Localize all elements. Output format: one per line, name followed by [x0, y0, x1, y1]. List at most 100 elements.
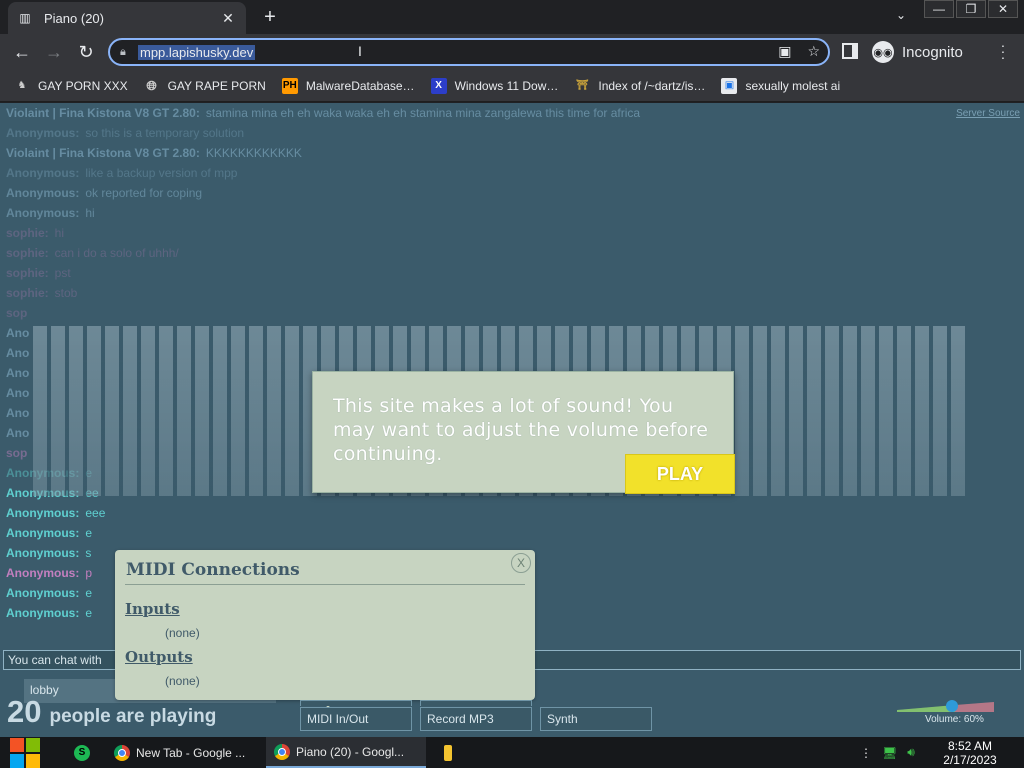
qr-code-icon[interactable]: ▣ [778, 43, 791, 60]
chat-text: ok reported for coping [85, 186, 203, 200]
hidden-button[interactable] [420, 700, 532, 706]
sound-warning-dialog: This site makes a lot of sound! You may … [312, 371, 735, 494]
chat-nick: Ano [6, 346, 30, 360]
network-icon[interactable]: 🖥︎ [882, 746, 897, 760]
new-tab-button[interactable]: + [258, 6, 282, 29]
browser-tab-piano[interactable]: ▥ Piano (20) ✕ [8, 2, 246, 34]
bookmark-star-icon[interactable]: ☆ [807, 43, 820, 60]
clock-time: 8:52 AM [947, 739, 993, 753]
play-button[interactable]: PLAY [625, 454, 735, 494]
chat-message: Anonymous: eee [6, 503, 866, 523]
wolf-icon: ♞ [17, 80, 27, 91]
chat-nick: Anonymous: [6, 166, 80, 180]
midi-outputs-heading[interactable]: Outputs [125, 648, 193, 666]
chat-message: Violaint | Fina Kistona V8 GT 2.80: stami… [6, 103, 866, 123]
server-source-link[interactable]: Server Source [956, 108, 1020, 119]
reload-icon[interactable]: ↻ [74, 40, 98, 64]
volume-knob[interactable] [946, 700, 958, 712]
record-mp3-button[interactable]: Record MP3 [420, 707, 532, 731]
chat-nick: Violaint | Fina Kistona V8 GT 2.80: [6, 146, 200, 160]
system-clock[interactable]: 8:52 AM 2/17/2023 [936, 739, 1004, 767]
player-count-label: people are playing [49, 706, 217, 727]
bookmark-item[interactable]: ⛩︎ Index of /~dartz/is… [574, 78, 705, 94]
forward-arrow-icon[interactable]: → [42, 40, 66, 64]
chat-message: Anonymous: hi [6, 203, 866, 223]
restore-icon[interactable]: ❐ [956, 0, 986, 18]
chat-input-placeholder: You can chat with [8, 653, 102, 667]
chat-nick: sop [6, 446, 28, 460]
chat-message: Anonymous: like a backup version of mpp [6, 163, 866, 183]
chat-message: sophie: pst [6, 263, 866, 283]
close-tab-icon[interactable]: ✕ [220, 10, 236, 27]
midi-in-out-button[interactable]: MIDI In/Out [300, 707, 412, 731]
chat-nick: Anonymous: [6, 526, 80, 540]
overflow-dots-icon[interactable]: ⋮ [860, 746, 872, 760]
chat-text: pst [54, 266, 71, 280]
taskbar-app-green[interactable]: S [66, 737, 106, 768]
minimize-icon[interactable]: — [924, 0, 954, 18]
green-app-icon: S [74, 744, 90, 761]
address-bar[interactable]: 🔒︎ mpp.lapishusky.dev I ▣ ☆ [108, 38, 830, 66]
close-window-icon[interactable]: ✕ [988, 0, 1018, 18]
taskbar-chrome-piano[interactable]: Piano (20) - Googl... [266, 737, 426, 768]
windows-start-icon[interactable] [10, 737, 42, 768]
image-icon: ▣ [721, 77, 738, 94]
back-arrow-icon[interactable]: ← [10, 40, 34, 64]
divider [125, 584, 525, 585]
chat-text: like a backup version of mpp [85, 166, 238, 180]
bookmark-label: sexually molest ai [745, 78, 841, 93]
chat-text: e [85, 526, 93, 540]
chat-text: eee [85, 506, 106, 520]
chat-nick: Anonymous: [6, 506, 80, 520]
bookmark-item[interactable]: ▣ sexually molest ai [721, 77, 841, 94]
bookmark-label: Windows 11 Dow… [454, 78, 559, 93]
chat-nick: Anonymous: [6, 206, 80, 220]
lock-icon[interactable]: 🔒︎ [120, 46, 138, 59]
synth-button[interactable]: Synth [540, 707, 652, 731]
chat-text: stob [54, 286, 78, 300]
chat-nick: Violaint | Fina Kistona V8 GT 2.80: [6, 106, 200, 120]
chat-message: sop [6, 303, 866, 323]
chat-nick: Ano [6, 366, 30, 380]
chat-text: stamina mina eh eh waka waka eh eh stami… [205, 106, 641, 120]
chat-nick: sophie: [6, 226, 49, 240]
chat-message: Anonymous: so this is a temporary solutio… [6, 123, 866, 143]
omnibox-actions: ▣ ☆ [778, 43, 820, 60]
chat-nick: Anonymous: [6, 546, 80, 560]
taskbar-file-explorer[interactable] [436, 737, 466, 768]
close-icon[interactable]: X [511, 553, 531, 573]
bookmark-item[interactable]: ♞ GAY PORN XXX [14, 78, 128, 94]
chat-nick: Anonymous: [6, 126, 80, 140]
chat-nick: sophie: [6, 246, 49, 260]
tab-search-chevron-icon[interactable]: ⌄ [896, 8, 906, 22]
tab-title: Piano (20) [44, 10, 104, 26]
bookmark-item[interactable]: PH MalwareDatabase… [281, 77, 415, 94]
midi-inputs-heading[interactable]: Inputs [125, 600, 180, 618]
taskbar-app-label: Piano (20) - Googl... [296, 744, 405, 759]
bookmark-item[interactable]: 🌐︎ GAY RAPE PORN [144, 78, 266, 94]
taskbar-chrome-new-tab[interactable]: New Tab - Google ... [106, 737, 266, 768]
midi-inputs-value: (none) [165, 626, 200, 640]
speaker-icon[interactable]: 🔊︎ [907, 745, 915, 760]
ph-logo-icon: PH [281, 77, 298, 94]
chat-text: p [85, 566, 93, 580]
chat-nick: sophie: [6, 266, 49, 280]
midi-connections-panel: MIDI Connections X Inputs (none) Outputs… [115, 550, 535, 708]
system-tray: ⋮ 🖥︎ 🔊︎ [860, 737, 915, 768]
chat-text: KKKKKKKKKKKK [205, 146, 302, 160]
bookmark-item[interactable]: X Windows 11 Dow… [430, 77, 559, 94]
volume-slider[interactable] [897, 700, 994, 712]
player-count-number: 20 [7, 694, 42, 729]
piano-icon: ▥ [19, 11, 31, 25]
bookmark-label: GAY RAPE PORN [167, 78, 266, 93]
hidden-button[interactable] [300, 700, 412, 706]
chat-text: e [85, 606, 93, 620]
player-count: 20 people are playing [7, 694, 216, 730]
midi-panel-title: MIDI Connections [126, 560, 300, 580]
chat-text: can i do a solo of uhhh/ [54, 246, 179, 260]
kebab-menu-icon[interactable]: · · · [1000, 38, 1006, 64]
incognito-profile[interactable]: ◉◉ Incognito [872, 40, 963, 64]
url-text[interactable]: mpp.lapishusky.dev [138, 44, 256, 60]
side-panel-icon[interactable] [842, 43, 858, 59]
browser-toolbar: ← → ↻ 🔒︎ mpp.lapishusky.dev I ▣ ☆ ◉◉ Inc… [0, 34, 1024, 70]
